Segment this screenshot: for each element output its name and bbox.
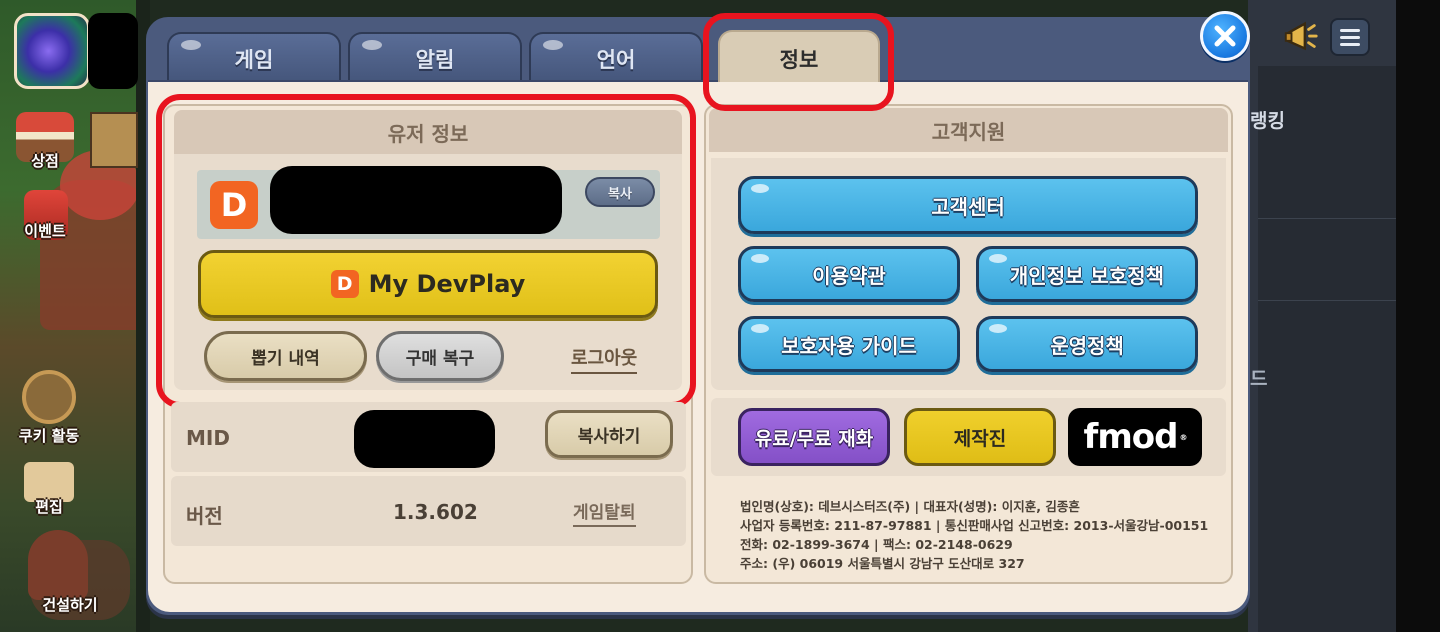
close-icon [1214,25,1236,47]
highlight-user-info [156,94,696,408]
button-shine [989,254,1007,263]
fmod-logo[interactable]: fmod ® [1068,408,1202,466]
ranking-side-panel [1258,66,1396,632]
redacted-mid-value [354,410,495,468]
guardian-guide-button[interactable]: 보호자용 가이드 [738,316,960,372]
credits-label: 제작진 [953,427,1007,450]
event-label: 이벤트 [24,222,66,240]
legal-line-contact: 전화: 02-1899-3674 | 팩스: 02-2148-0629 [740,537,1013,552]
tab-shine [543,40,563,50]
redacted-player-name [88,13,138,89]
side-panel-divider [1258,300,1396,301]
cookie-card-icon[interactable] [90,112,138,168]
legal-line-company: 법인명(상호): 데브시스터즈(주) | 대표자(성명): 이지훈, 김종흔 [740,499,1080,514]
build-icon[interactable] [28,530,88,600]
highlight-info-tab [703,13,894,111]
mid-label: MID [186,426,230,450]
version-value: 1.3.602 [393,500,478,524]
copy-mid-label: 복사하기 [577,426,641,447]
button-shine [989,324,1007,333]
button-shine [751,184,769,193]
version-label: 버전 [186,504,223,528]
credits-button[interactable]: 제작진 [904,408,1056,466]
tab-language-label: 언어 [596,48,636,72]
legal-line-registration: 사업자 등록번호: 211-87-97881 | 통신판매사업 신고번호: 20… [740,518,1209,533]
terms-button[interactable]: 이용약관 [738,246,960,302]
copy-mid-button[interactable]: 복사하기 [545,410,673,458]
cookie-activity-icon[interactable] [22,370,76,424]
tab-language[interactable]: 언어 [529,32,703,84]
tab-shine [181,40,201,50]
tab-game[interactable]: 게임 [167,32,341,84]
registered-mark: ® [1179,432,1187,442]
build-label: 건설하기 [42,596,98,614]
legal-info: 법인명(상호): 데브시스터즈(주) | 대표자(성명): 이지훈, 김종흔 사… [740,497,1230,573]
tab-shine [362,40,382,50]
paid-free-currency-label: 유료/무료 재화 [754,427,874,450]
operation-policy-button[interactable]: 운영정책 [976,316,1198,372]
cookie-activity-label: 쿠키 활동 [18,427,80,445]
withdraw-link[interactable]: 게임탈퇴 [573,498,636,527]
paid-free-currency-button[interactable]: 유료/무료 재화 [738,408,890,466]
button-shine [751,254,769,263]
tab-game-label: 게임 [234,48,274,72]
megaphone-icon[interactable] [1282,18,1320,56]
privacy-policy-label: 개인정보 보호정책 [1009,263,1165,288]
operation-policy-label: 운영정책 [1050,333,1124,358]
side-panel-divider [1258,218,1396,219]
tab-notification[interactable]: 알림 [348,32,522,84]
shop-label: 상점 [31,152,59,170]
player-avatar[interactable] [14,13,90,89]
legal-line-address: 주소: (우) 06019 서울특별시 강남구 도산대로 327 [740,556,1025,571]
ranking-text: 랭킹 [1250,110,1285,132]
fmod-label: fmod [1083,417,1179,457]
side-partial-text: 드 [1250,368,1268,390]
support-title: 고객지원 [709,108,1228,152]
button-shine [751,324,769,333]
right-black-bar [1396,0,1440,632]
top-right-toolbar [1282,18,1370,56]
customer-center-button[interactable]: 고객센터 [738,176,1198,234]
guardian-guide-label: 보호자용 가이드 [781,333,917,358]
edit-label: 편집 [35,498,63,516]
terms-label: 이용약관 [812,263,886,288]
customer-center-label: 고객센터 [931,194,1005,219]
close-button[interactable] [1200,11,1250,61]
privacy-policy-button[interactable]: 개인정보 보호정책 [976,246,1198,302]
tab-notification-label: 알림 [415,48,455,72]
menu-icon[interactable] [1330,18,1370,56]
